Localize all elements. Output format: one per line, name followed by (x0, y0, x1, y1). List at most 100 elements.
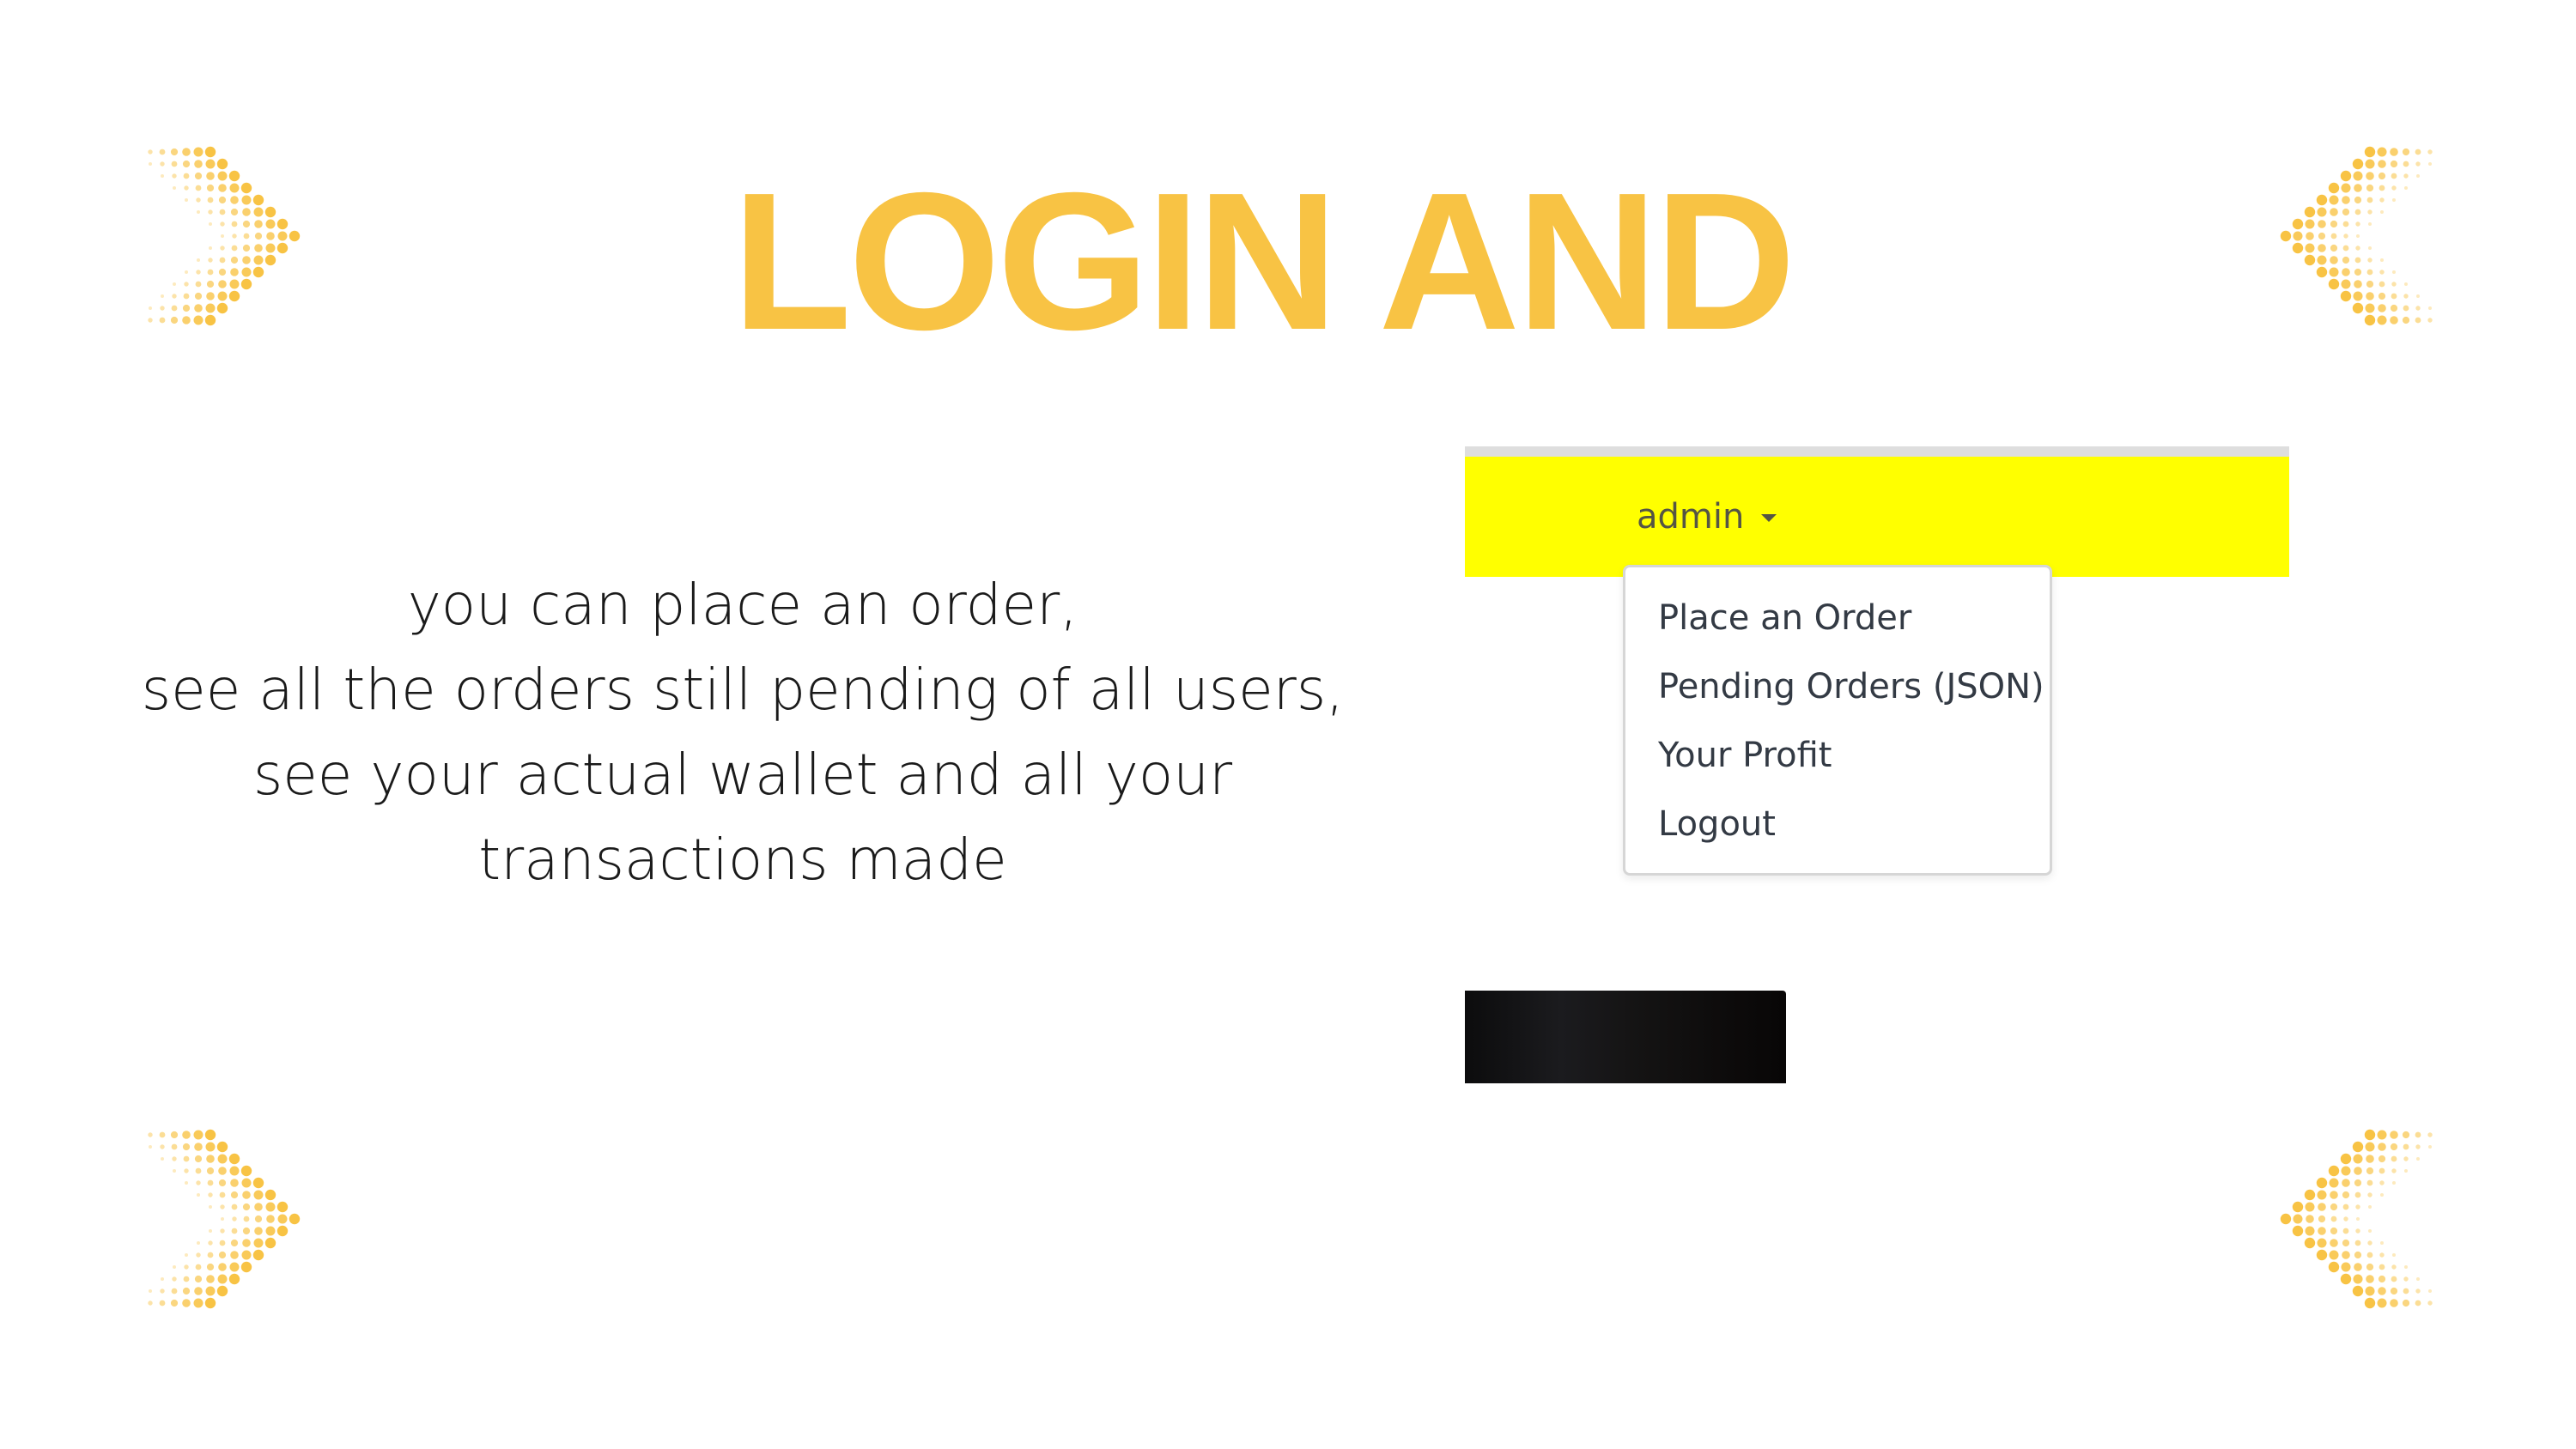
menu-item-your-profit[interactable]: Your Profit (1658, 734, 1832, 777)
chevron-dot (2364, 1129, 2376, 1141)
chevron-dot (242, 1191, 251, 1199)
chevron-dot (2390, 1287, 2398, 1295)
chevron-dot (206, 1167, 215, 1175)
chevron-dot (230, 1239, 239, 1247)
chevron-dot (2355, 1228, 2360, 1234)
chevron-dot (2392, 1253, 2396, 1257)
chevron-dot (2402, 1131, 2410, 1139)
chevron-dot (2404, 1169, 2408, 1173)
chevron-dot (2390, 1299, 2398, 1307)
chevron-dot (2403, 1156, 2409, 1161)
chevron-dot (2342, 1251, 2350, 1259)
chevron-dot (2377, 1130, 2387, 1140)
chevron-dot (2378, 1143, 2386, 1151)
chevron-dot (219, 1191, 226, 1198)
chevron-dot (207, 1252, 214, 1258)
chevron-dot (159, 1131, 166, 1138)
chevron-dot (172, 1156, 177, 1161)
caret-down-icon[interactable] (1761, 513, 1777, 522)
menu-item-place-order[interactable]: Place an Order (1658, 597, 1911, 640)
chevron-dot (159, 1300, 166, 1307)
chevron-dot (2354, 1251, 2362, 1259)
chevron-dot (2365, 1142, 2375, 1152)
chevron-dot (232, 1216, 237, 1222)
chevron-dot (219, 1240, 226, 1246)
chevron-dot (173, 1265, 176, 1269)
chevron-dot (2316, 1177, 2328, 1189)
chevron-dot (218, 1179, 227, 1187)
description-line: see all the orders still pending of all … (141, 657, 1345, 723)
description: you can place an order, see all the orde… (129, 562, 1357, 902)
chevron-dot (2293, 1214, 2303, 1224)
chevron-dot (2355, 1204, 2360, 1210)
chevron-dot (218, 1167, 227, 1175)
chevron-dot (170, 1131, 179, 1139)
chevron-dot (148, 1132, 153, 1137)
chevron-dot (2366, 1179, 2373, 1186)
chevron-dot (2330, 1227, 2338, 1235)
menu-item-pending-orders[interactable]: Pending Orders (JSON) (1658, 665, 2044, 708)
chevron-dot (2342, 1228, 2349, 1234)
chevron-dot (2354, 1263, 2362, 1271)
chevron-dot (2416, 1157, 2420, 1161)
chevron-dot (2379, 1252, 2385, 1258)
chevron-dot (2330, 1239, 2338, 1247)
chevron-dot (196, 1252, 201, 1258)
chevron-dot (2340, 1153, 2352, 1165)
chevron-dot (2341, 1166, 2351, 1176)
chevron-dot (242, 1227, 251, 1235)
chevron-dot (252, 1177, 264, 1189)
chevron-dot (2317, 1238, 2327, 1248)
chevron-dot (2427, 1132, 2433, 1137)
chevron-dot (207, 1179, 214, 1186)
chevron-dot (265, 1202, 276, 1212)
chevron-dot (149, 1145, 152, 1149)
chevron-dot (242, 1203, 251, 1211)
chevron-dot (253, 1190, 264, 1200)
chevron-dot (2427, 149, 2433, 155)
chevron-dot (2364, 1297, 2376, 1309)
chevron-dot (2366, 1275, 2374, 1283)
chevron-dot (266, 1215, 275, 1223)
chevron-dot (182, 1143, 191, 1151)
chevron-dot (2378, 1155, 2386, 1163)
chevron-dot (2403, 1143, 2409, 1150)
user-menu-toggle[interactable]: admin (1637, 495, 1777, 538)
chevron-dot (2391, 1168, 2397, 1173)
menu-item-logout[interactable]: Logout (1658, 803, 1776, 846)
chevron-dot (204, 1129, 216, 1141)
chevron-dot (2352, 1285, 2364, 1297)
user-menu-label[interactable]: admin (1637, 495, 1744, 538)
chevron-dot (2380, 1241, 2384, 1245)
chevron-dot (2377, 1298, 2387, 1308)
chevron-dot (149, 1289, 152, 1293)
chevron-dot (2366, 1155, 2374, 1163)
chevron-dot (208, 1240, 213, 1246)
chevron-dot (2354, 1191, 2361, 1198)
chevron-dot (265, 1226, 276, 1236)
slide: LOGIN AND you can place an order, see al… (0, 0, 2576, 1449)
chevron-dot (216, 1141, 228, 1153)
chevron-dot (2354, 1240, 2361, 1246)
chevron-dot (243, 1216, 250, 1222)
chevron-dot (2342, 1179, 2350, 1187)
chevron-left-icon-bottom-right (2280, 1129, 2433, 1309)
chevron-dot (221, 1217, 224, 1221)
chevron-dot (197, 1193, 200, 1197)
chevron-dot (2390, 1131, 2398, 1139)
chevron-dot (205, 1142, 216, 1152)
user-dropdown-menu: Place an Order Pending Orders (JSON) You… (1623, 565, 2052, 876)
chevron-dot (2340, 1273, 2352, 1285)
chevron-dot (2378, 1275, 2386, 1283)
description-line: transactions made (478, 827, 1007, 893)
chevron-dot (2391, 1155, 2397, 1162)
chevron-dot (218, 1251, 227, 1259)
chevron-dot (182, 1287, 191, 1295)
chevron-dot (2392, 1181, 2396, 1185)
chevron-dot (2366, 1167, 2374, 1175)
chevron-dot (216, 1285, 228, 1297)
chevron-dot (228, 1153, 240, 1165)
chevron-dot (2305, 1202, 2315, 1212)
chevron-dot (183, 1276, 190, 1282)
chevron-dot (194, 1275, 203, 1283)
